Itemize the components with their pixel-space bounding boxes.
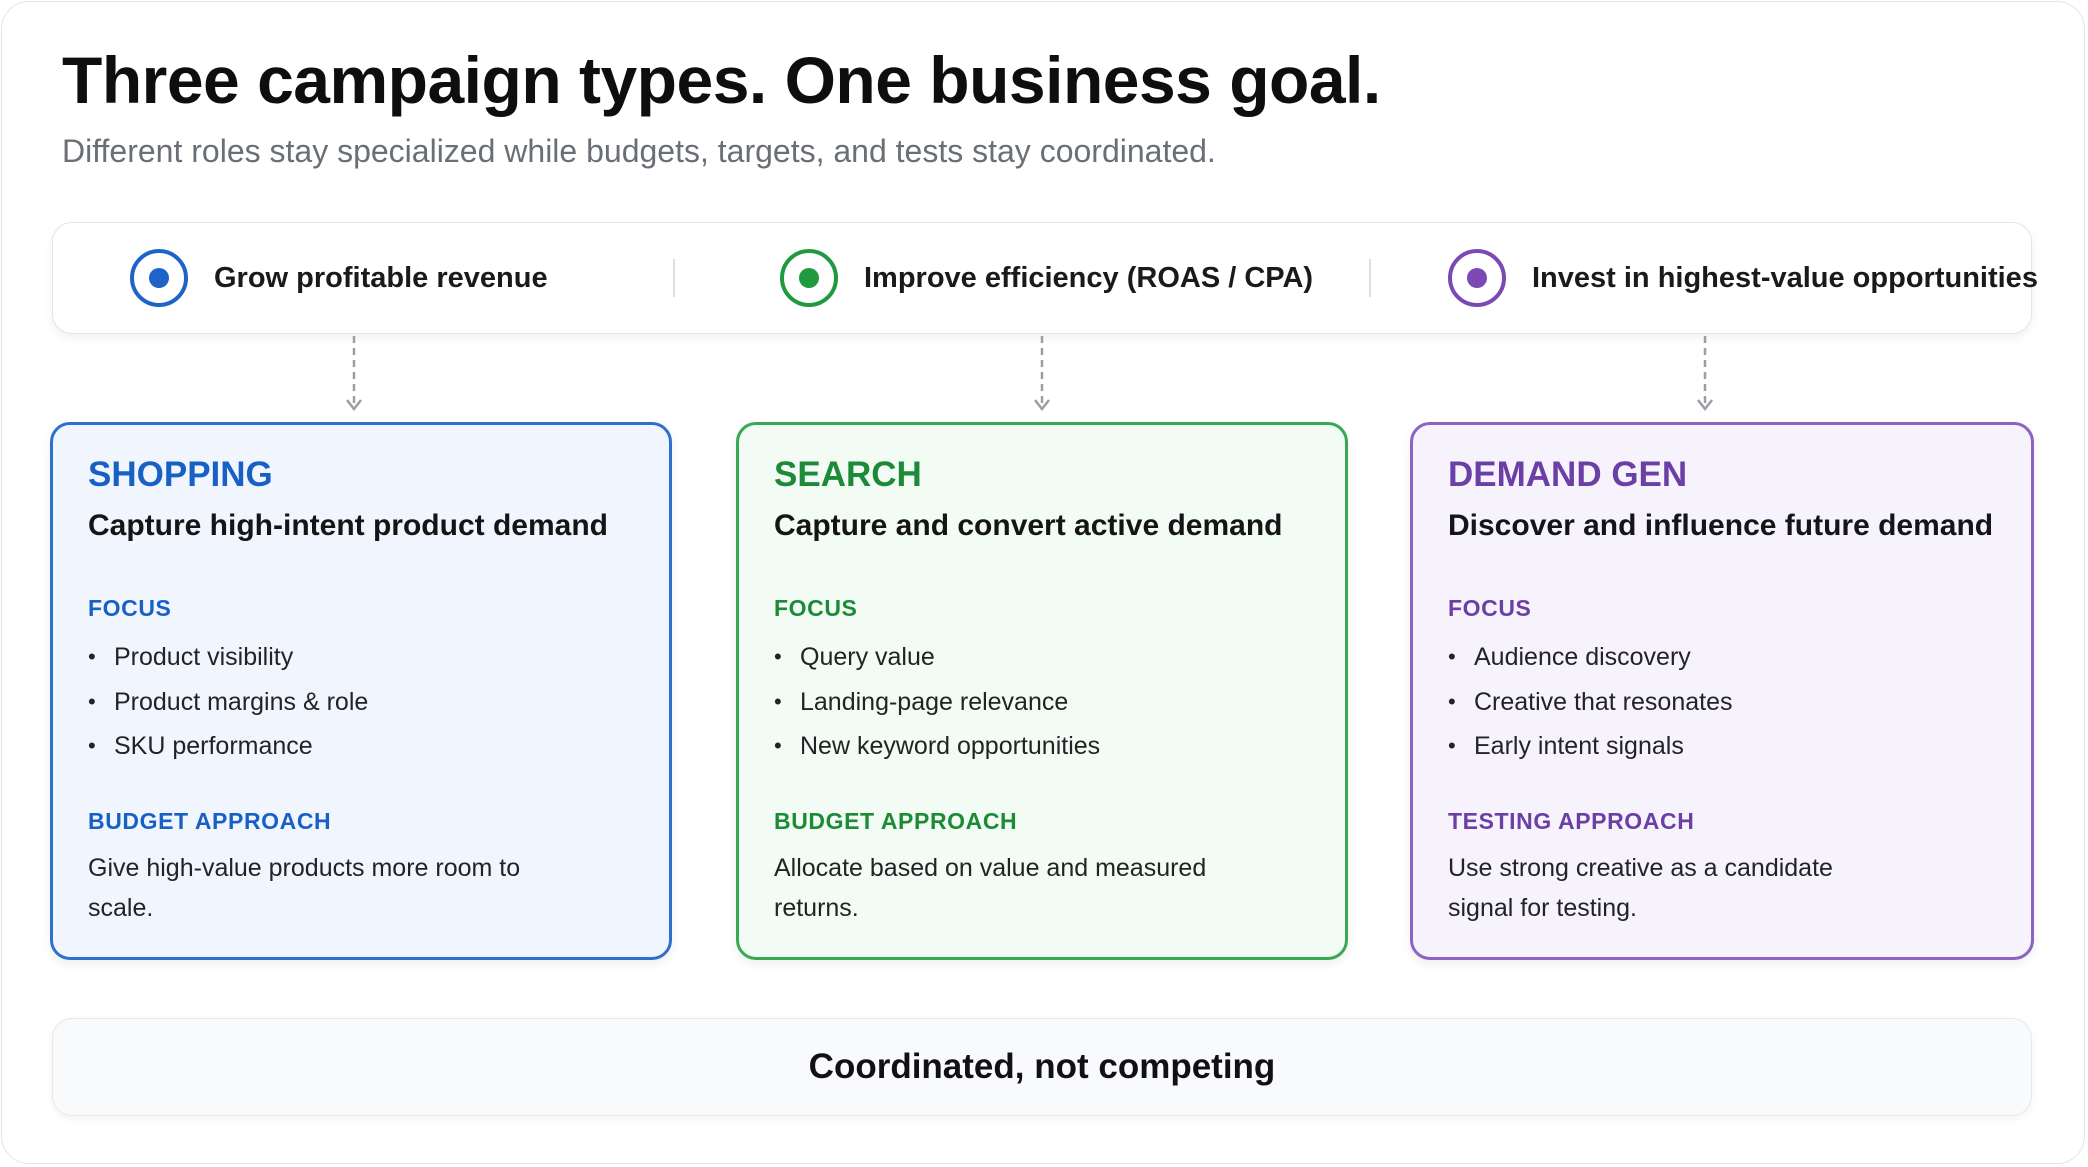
target-ring-icon [780,249,838,307]
bullet: • [88,733,96,758]
bullet: • [774,644,782,669]
down-arrow-icon [346,336,362,412]
goals-bar: Grow profitable revenue Improve efficien… [52,222,2038,334]
card-title: SEARCH [774,455,922,494]
bullet: • [88,688,96,714]
card-shopping: SHOPPING Capture high-intent product dem… [50,422,672,960]
focus-heading: FOCUS [774,595,858,621]
target-dot [149,268,169,288]
target-ring-icon [1448,249,1506,307]
goal-label: Invest in highest-value opportunities [1532,261,2038,294]
footer-banner: Coordinated, not competing [52,1018,2032,1116]
focus-item: SKU performance [114,732,313,760]
card-title: DEMAND GEN [1448,455,1688,494]
approach-text: Use strong creative as a candidate signa… [1448,854,1833,922]
card-title: SHOPPING [88,455,273,494]
target-dot [799,268,819,288]
footer-text: Coordinated, not competing [808,1047,1276,1086]
goal-divider [673,259,675,297]
goal-label: Grow profitable revenue [214,261,548,294]
bullet: • [1448,644,1456,669]
focus-item: Creative that resonates [1474,687,1733,716]
goal-revenue: Grow profitable revenue [130,223,548,333]
list-item: • Creative that resonates [1448,680,1732,725]
list-item: • Product margins & role [88,680,368,725]
down-arrow-icon [1034,336,1050,412]
approach-text: Allocate based on value and measured ret… [774,854,1207,922]
focus-item: Landing-page relevance [800,687,1069,716]
list-item: • New keyword opportunities [774,724,1100,769]
focus-item: Product visibility [114,643,294,671]
bullet: • [88,644,96,669]
focus-item: New keyword opportunities [800,732,1101,760]
target-ring-icon [130,249,188,307]
list-item: • Landing-page relevance [774,680,1100,725]
slide-frame: Three campaign types. One business goal.… [1,1,2085,1164]
page-title: Three campaign types. One business goal. [62,43,1381,117]
target-dot [1467,268,1487,288]
card-tagline: Capture and convert active demand [774,509,1283,542]
bullet: • [774,688,782,714]
bullet: • [1448,733,1456,758]
page-subtitle: Different roles stay specialized while b… [62,133,1216,169]
focus-heading: FOCUS [88,595,172,621]
list-item: • Query value [774,635,1100,680]
goal-invest: Invest in highest-value opportunities [1448,223,2038,333]
list-item: • SKU performance [88,724,368,769]
focus-item: Product margins & role [114,687,369,716]
approach-text: Give high-value products more room to sc… [88,854,521,922]
focus-heading: FOCUS [1448,595,1532,621]
goal-divider [1369,259,1371,297]
list-item: • Product visibility [88,635,368,680]
approach-heading: TESTING APPROACH [1448,808,1695,834]
card-tagline: Discover and influence future demand [1448,509,1994,542]
approach-heading: BUDGET APPROACH [88,808,332,834]
focus-item: Early intent signals [1474,732,1684,760]
focus-item: Audience discovery [1474,643,1691,671]
bullet: • [1448,688,1456,714]
focus-list: • Audience discovery • Creative that reson… [1448,635,1732,769]
goal-efficiency: Improve efficiency (ROAS / CPA) [780,223,1313,333]
focus-item: Query value [800,643,935,671]
card-demand-gen: DEMAND GEN Discover and influence future… [1410,422,2034,960]
down-arrow-icon [1697,336,1713,412]
list-item: • Early intent signals [1448,724,1732,769]
approach-heading: BUDGET APPROACH [774,808,1018,834]
list-item: • Audience discovery [1448,635,1732,680]
focus-list: • Product visibility • Product margins & r… [88,635,368,769]
card-tagline: Capture high-intent product demand [88,509,608,542]
bullet: • [774,733,782,758]
goal-label: Improve efficiency (ROAS / CPA) [864,261,1314,294]
focus-list: • Query value • Landing-page relevance • Ne… [774,635,1100,769]
card-search: SEARCH Capture and convert active demand… [736,422,1348,960]
